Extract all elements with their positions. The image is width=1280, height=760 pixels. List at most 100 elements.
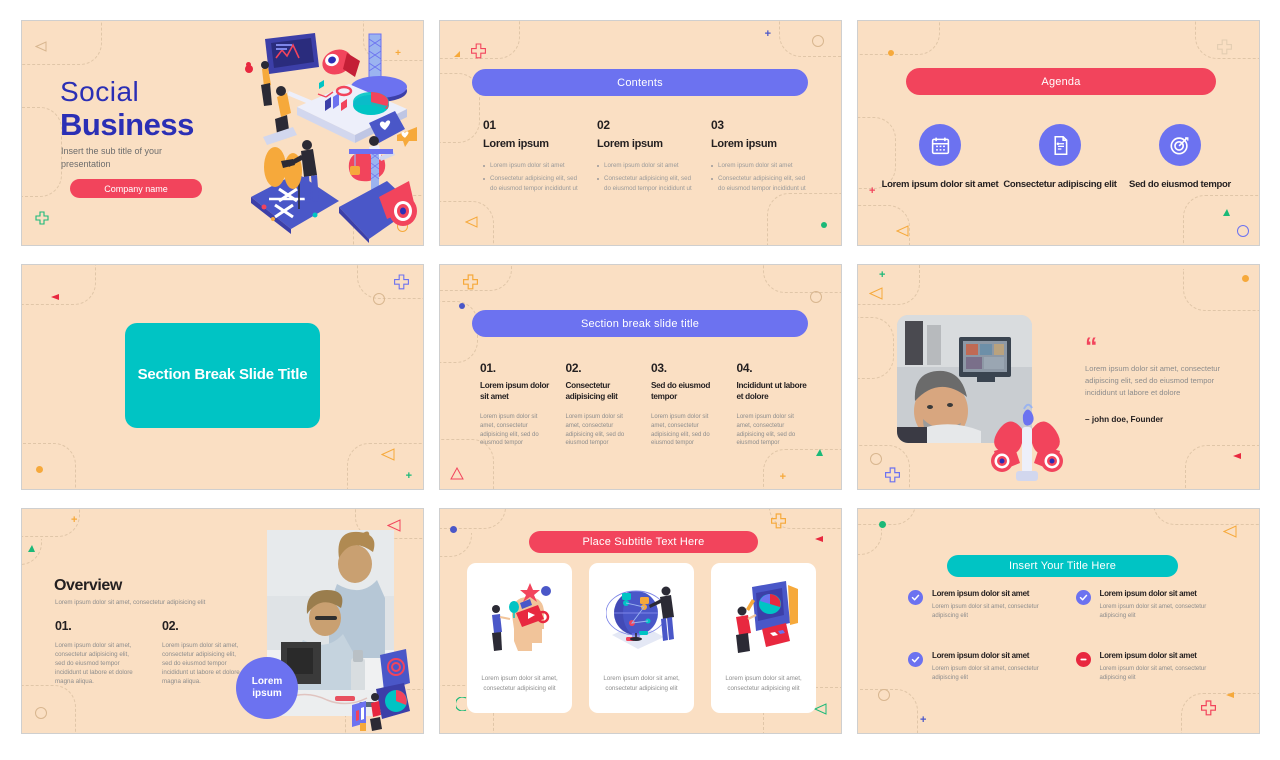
target-icon xyxy=(1159,124,1201,166)
slide-4-section-break[interactable]: + Section Break Slide Title xyxy=(21,264,424,490)
overview-column: 02. Lorem ipsum dolor sit amet, consecte… xyxy=(162,619,247,687)
item-heading: Lorem ipsum dolor sit amet xyxy=(1099,589,1197,598)
cross-icon xyxy=(1201,700,1216,716)
section-column: 04. Incididunt ut labore et dolore Lorem… xyxy=(737,361,811,448)
agenda-item[interactable]: Consectetur adipiscing elit xyxy=(1000,124,1120,191)
column-number: 03 xyxy=(711,118,724,132)
feature-card[interactable]: Lorem ipsum dolor sit amet, consectetur … xyxy=(467,563,572,713)
plus-icon: + xyxy=(405,470,412,482)
slide-8-cards[interactable]: Place Subtitle Text Here Lorem ipsum dol… xyxy=(439,508,842,734)
megaphone-stand-illustration xyxy=(991,403,1063,481)
analytics-illustration xyxy=(352,649,410,731)
column-heading: Lorem ipsum xyxy=(711,138,777,150)
overview-column: 01. Lorem ipsum dolor sit amet, consecte… xyxy=(55,619,140,687)
column-heading: Incididunt ut labore et dolore xyxy=(736,381,807,402)
slide-5-section-break-detail[interactable]: + Section break slide title 01. Lorem ip… xyxy=(439,264,842,490)
title-light: Social xyxy=(60,76,140,107)
cross-icon xyxy=(463,274,478,290)
feature-card[interactable]: Lorem ipsum dolor sit amet, consectetur … xyxy=(589,563,694,713)
slide-1-title[interactable]: + Social Business Insert the sub title o… xyxy=(21,20,424,246)
section-break-box[interactable]: Section Break Slide Title xyxy=(125,323,320,428)
contents-column: 01 Lorem ipsum Lorem ipsum dolor sit ame… xyxy=(483,118,580,197)
plus-icon: + xyxy=(764,28,771,40)
bullet-item: Consectetur adipisicing elit, sed do eiu… xyxy=(597,174,694,193)
section-banner[interactable]: Section break slide title xyxy=(472,310,808,337)
feature-cards: Lorem ipsum dolor sit amet, consectetur … xyxy=(467,563,817,713)
plus-icon: + xyxy=(879,269,886,281)
agenda-items: Lorem ipsum dolor sit amet Consectetur a… xyxy=(880,124,1240,191)
column-heading: Sed do eiusmod tempor xyxy=(651,381,711,402)
quote-text: Lorem ipsum dolor sit amet, consectetur … xyxy=(1085,364,1221,397)
column-bullets: Lorem ipsum dolor sit amet Consectetur a… xyxy=(711,161,808,193)
triangle-icon xyxy=(35,41,47,52)
column-number: 02. xyxy=(162,619,179,633)
checklist-item[interactable]: Lorem ipsum dolor sit amet Lorem ipsum d… xyxy=(1075,651,1224,682)
social-business-illustration xyxy=(245,33,417,243)
contents-banner[interactable]: Contents xyxy=(472,69,808,96)
contents-column: 02 Lorem ipsum Lorem ipsum dolor sit ame… xyxy=(597,118,694,197)
slide-7-overview[interactable]: + Overview Lorem ipsum dolor sit amet, c… xyxy=(21,508,424,734)
section-columns: 01. Lorem ipsum dolor sit amet Lorem ips… xyxy=(480,361,810,448)
overview-badge[interactable]: Lorem ipsum xyxy=(236,657,298,719)
agenda-item[interactable]: Sed do eiusmod tempor xyxy=(1120,124,1240,191)
plus-icon: + xyxy=(869,185,876,197)
cross-icon xyxy=(771,513,786,529)
section-break-title: Section Break Slide Title xyxy=(137,366,308,384)
column-heading: Lorem ipsum xyxy=(483,138,549,150)
column-bullets: Lorem ipsum dolor sit amet Consectetur a… xyxy=(597,161,694,193)
agenda-item[interactable]: Lorem ipsum dolor sit amet xyxy=(880,124,1000,191)
checklist-item[interactable]: Lorem ipsum dolor sit amet Lorem ipsum d… xyxy=(908,589,1056,620)
checklist-item[interactable]: Lorem ipsum dolor sit amet Lorem ipsum d… xyxy=(908,651,1056,682)
agenda-item-label: Lorem ipsum dolor sit amet xyxy=(881,179,999,190)
contents-columns: 01 Lorem ipsum Lorem ipsum dolor sit ame… xyxy=(483,118,808,197)
overview-subtitle: Lorem ipsum dolor sit amet, consectetur … xyxy=(55,599,206,606)
column-body: Lorem ipsum dolor sit amet, consectetur … xyxy=(162,642,240,685)
bullet-item: Lorem ipsum dolor sit amet xyxy=(711,161,808,170)
checklist-banner[interactable]: Insert Your Title Here xyxy=(947,555,1178,577)
column-body: Lorem ipsum dolor sit amet, consectetur … xyxy=(736,414,796,447)
badge-label: Lorem ipsum xyxy=(251,675,283,700)
slide-3-agenda[interactable]: + Agenda Lorem ipsum dolor sit amet Cons… xyxy=(857,20,1260,246)
agenda-item-label: Sed do eiusmod tempor xyxy=(1129,179,1231,190)
column-body: Lorem ipsum dolor sit amet, consectetur … xyxy=(651,414,710,447)
check-icon xyxy=(908,652,923,668)
slide-9-checklist[interactable]: + Insert Your Title Here Lorem ipsum dol… xyxy=(857,508,1260,734)
item-heading: Lorem ipsum dolor sit amet xyxy=(932,589,1030,598)
company-name-button[interactable]: Company name xyxy=(70,179,202,198)
card-caption: Lorem ipsum dolor sit amet, consectetur … xyxy=(725,675,802,692)
agenda-banner[interactable]: Agenda xyxy=(906,68,1216,95)
triangle-icon xyxy=(381,448,395,461)
column-number: 01 xyxy=(483,118,496,132)
bullet-item: Lorem ipsum dolor sit amet xyxy=(597,161,694,170)
check-icon xyxy=(908,590,923,605)
bullet-item: Lorem ipsum dolor sit amet xyxy=(483,161,580,170)
subtitle-banner[interactable]: Place Subtitle Text Here xyxy=(529,531,758,553)
card-caption: Lorem ipsum dolor sit amet, consectetur … xyxy=(603,675,680,692)
item-body: Lorem ipsum dolor sit amet, consectetur … xyxy=(1099,604,1207,619)
agenda-item-label: Consectetur adipiscing elit xyxy=(1003,179,1117,190)
item-body: Lorem ipsum dolor sit amet, consectetur … xyxy=(1099,666,1207,682)
triangle-icon xyxy=(465,216,478,228)
bullet-item: Consectetur adipisicing elit, sed do eiu… xyxy=(483,174,580,193)
slide-6-quote[interactable]: + “ Lorem ipsum dolor sit amet, consecte… xyxy=(857,264,1260,490)
bullet-item: Consectetur adipisicing elit, sed do eiu… xyxy=(711,174,808,193)
plus-icon: + xyxy=(779,471,786,483)
cross-icon xyxy=(1217,39,1232,55)
checklist-item[interactable]: Lorem ipsum dolor sit amet Lorem ipsum d… xyxy=(1075,589,1224,620)
column-heading: Consectetur adipisicing elit xyxy=(565,381,618,402)
column-body: Lorem ipsum dolor sit amet, consectetur … xyxy=(565,414,625,447)
minus-icon xyxy=(1075,652,1091,668)
triangle-icon xyxy=(1223,525,1237,538)
cross-icon xyxy=(35,211,49,225)
column-number: 02 xyxy=(597,118,610,132)
plus-icon: + xyxy=(920,714,927,726)
slide-2-contents[interactable]: + Contents 01 Lorem ipsum Lorem ipsum do… xyxy=(439,20,842,246)
dashboard-screens-illustration xyxy=(735,581,798,653)
cross-icon xyxy=(471,43,486,59)
calendar-icon xyxy=(919,124,961,166)
column-heading: Lorem ipsum xyxy=(597,138,663,150)
column-number: 04. xyxy=(736,361,753,375)
item-heading: Lorem ipsum dolor sit amet xyxy=(1099,651,1197,661)
feature-card[interactable]: Lorem ipsum dolor sit amet, consectetur … xyxy=(711,563,816,713)
overview-title: Overview xyxy=(54,577,122,594)
